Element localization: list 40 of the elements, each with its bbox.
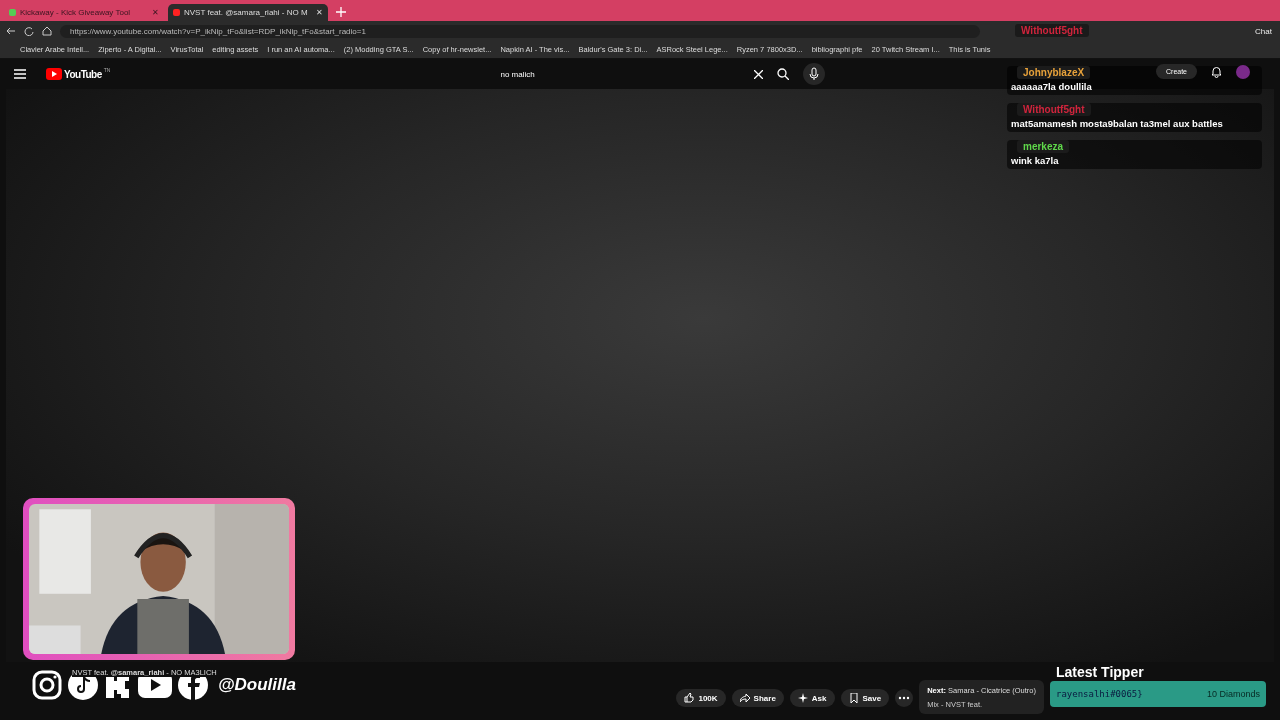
video-player[interactable] [6,89,1274,662]
close-icon[interactable] [754,69,764,79]
action-button[interactable]: Share [731,689,784,707]
username-badge: Withoutf5ght [1015,24,1089,37]
bookmark-icon [848,693,859,703]
more-icon[interactable] [895,689,914,707]
browser-tab[interactable]: Kickaway - Kick Giveaway Tool ✕ [4,4,164,21]
reload-icon[interactable] [24,26,34,36]
play-logo-icon [46,68,62,80]
share-icon [739,693,750,703]
close-tab-icon[interactable]: ✕ [316,8,323,17]
home-icon[interactable] [42,26,52,36]
chat-text: aaaaaa7la doullila [1011,81,1092,92]
search-field[interactable]: no malich [488,65,741,83]
sparkle-icon [797,693,808,703]
search-icon[interactable] [777,68,790,80]
bell-icon[interactable] [1211,65,1222,78]
back-icon[interactable] [6,26,16,36]
chat-username: JohnyblazeX [1017,66,1091,79]
chat-text: wink ka7la [1011,155,1059,166]
tipper-name: rayensalhi#0065} [1056,689,1143,699]
tip-amount: 10 Diamonds [1206,689,1260,699]
social-handle: @Doulilla [218,675,296,695]
menu-icon[interactable] [14,69,26,79]
logo-text[interactable]: YouTube [64,68,102,80]
close-tab-icon[interactable]: ✕ [152,8,159,17]
microphone-icon[interactable] [803,63,826,85]
chat-text: mat5amamesh mosta9balan ta3mel aux battles [1011,118,1223,129]
chat-username: merkeza [1017,140,1070,153]
tipper-title: Latest Tipper [1056,664,1144,680]
address-field[interactable]: https://www.youtube.com/watch?v=P_ikNip_tFo&list=RDP_ikNip_tFo&start_radio=1 [60,24,980,38]
action-button[interactable]: Save [840,689,890,707]
chat-username: Withoutf5ght [1017,103,1091,116]
new-tab-icon[interactable] [336,7,346,17]
action-button[interactable]: Ask [789,689,835,707]
browser-tab[interactable]: NVST feat. @samara_riahi - NO M ✕ [168,4,328,21]
instagram-icon [32,670,62,700]
chat-button[interactable]: Chat [1253,25,1274,37]
action-button[interactable]: 100K [676,689,726,707]
thumbs-up-icon [684,693,695,703]
